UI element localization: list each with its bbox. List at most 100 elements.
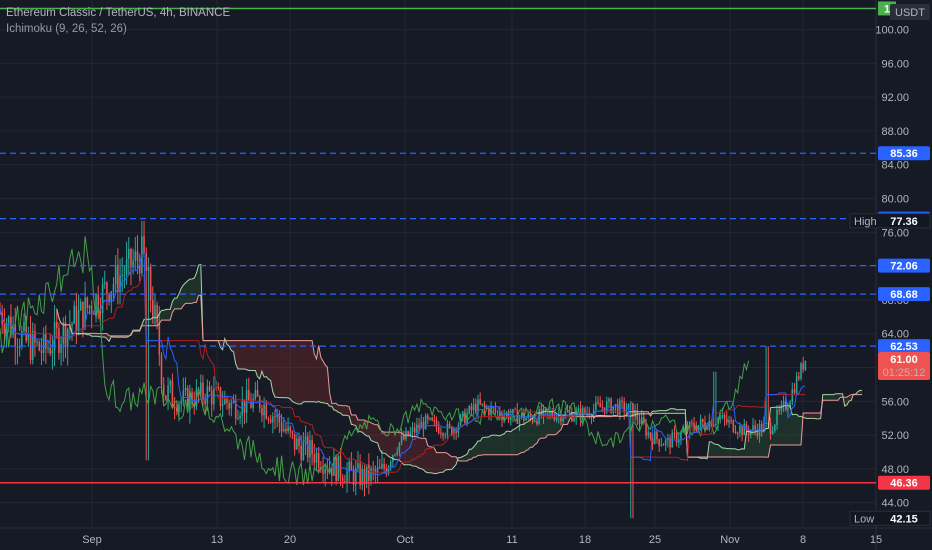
candle-body <box>210 390 213 405</box>
candle-body <box>130 248 132 268</box>
cloud-segment <box>449 455 452 470</box>
candle-body <box>213 388 215 405</box>
candle-body <box>40 350 43 353</box>
candle-body <box>370 468 372 482</box>
cloud-segment <box>711 441 714 458</box>
candle-body <box>662 444 665 446</box>
candle-body <box>440 433 442 435</box>
cloud-segment <box>246 340 249 371</box>
cloud-segment <box>728 448 732 458</box>
candle-body <box>206 386 209 404</box>
price-chart[interactable]: 44.0048.0052.0056.0060.0064.0068.0072.00… <box>0 0 932 550</box>
cloud-segment <box>412 436 415 467</box>
candle-body <box>741 425 743 436</box>
candle-body <box>245 390 248 413</box>
cloud-segment <box>447 453 450 470</box>
candle-body <box>398 442 401 452</box>
cloud-segment <box>250 340 254 371</box>
candle-body <box>79 301 82 311</box>
candle-body <box>204 398 206 404</box>
candle-body <box>306 436 309 458</box>
candle-body <box>252 398 254 408</box>
cloud-segment <box>248 340 251 371</box>
candle-body <box>125 258 128 275</box>
candle-body <box>431 417 433 421</box>
cloud-segment <box>486 436 489 455</box>
cloud-segment <box>709 441 712 458</box>
candle-body <box>73 305 75 324</box>
ichimoku-lines <box>0 236 863 486</box>
cloud-segment <box>242 340 245 370</box>
candle-body <box>71 323 73 327</box>
candle-body <box>795 376 798 393</box>
candle-body <box>341 477 344 482</box>
candle-body <box>112 284 115 292</box>
candle-body <box>16 346 19 348</box>
cloud-segment <box>445 452 448 471</box>
candle-body <box>86 297 89 308</box>
y-tick-label: 48.00 <box>881 464 909 476</box>
candle-body <box>217 387 220 389</box>
cloud-segment <box>416 436 420 469</box>
cloud-segment <box>333 403 337 411</box>
cloud-segment <box>294 340 297 404</box>
cloud-segment <box>528 419 531 450</box>
candle-body <box>621 400 623 402</box>
chikou-line <box>0 236 750 486</box>
candle-body <box>322 469 324 474</box>
time-axis[interactable]: Sep 13 20 Oct 11 18 25 Nov 8 15 <box>82 534 882 546</box>
y-tick-label: 44.00 <box>881 498 909 510</box>
cloud-segment <box>307 340 310 402</box>
cloud-segment <box>497 435 500 455</box>
cloud-segment <box>185 280 188 304</box>
cloud-segment <box>244 340 247 370</box>
cloud-segment <box>672 408 675 414</box>
cloud-segment <box>680 409 684 414</box>
candle-body <box>34 331 36 343</box>
indicator-legend[interactable]: Ichimoku (9, 26, 52, 26) <box>6 23 127 35</box>
cloud-segment <box>388 432 391 458</box>
cloud-segment <box>859 390 863 395</box>
cloud-segment <box>257 340 260 379</box>
candle-body <box>791 389 794 403</box>
candle-body <box>62 322 65 344</box>
candle-body <box>182 390 185 402</box>
cloud-segment <box>501 433 505 455</box>
cloud-segment <box>482 437 485 455</box>
candle-body <box>261 408 263 416</box>
candle-body <box>350 461 353 470</box>
candle-body <box>394 454 396 456</box>
resistance-tag: 1 <box>884 3 890 15</box>
candle-body <box>282 428 285 432</box>
candle-body <box>38 341 41 351</box>
cloud-segment <box>390 432 393 459</box>
y-tick-label: 100.00 <box>875 25 909 37</box>
candle-body <box>293 433 296 450</box>
y-tick-label: 76.00 <box>881 227 909 239</box>
candle-body <box>228 403 230 409</box>
candle-body <box>132 260 134 268</box>
candle-body <box>734 431 737 434</box>
candle-body <box>149 266 152 301</box>
cloud-segment <box>469 449 472 460</box>
candle-body <box>267 418 270 420</box>
candle-body <box>378 467 381 469</box>
candle-body <box>638 419 641 425</box>
candle-body <box>339 455 342 478</box>
candle-body <box>180 401 182 405</box>
cloud-segment <box>351 414 354 425</box>
candle-body <box>715 423 717 425</box>
cloud-segment <box>189 278 193 304</box>
cloud-segment <box>523 422 527 453</box>
candle-body <box>706 427 708 430</box>
candle-body <box>675 433 678 443</box>
candle-body <box>492 407 495 409</box>
x-tick-label: Nov <box>720 534 740 546</box>
cloud-segment <box>353 414 356 426</box>
candle-body <box>256 389 259 397</box>
cloud-segment <box>290 340 293 402</box>
candle-body <box>616 404 619 415</box>
cloud-segment <box>521 424 524 453</box>
chart-title[interactable]: Ethereum Classic / TetherUS, 4h, BINANCE <box>6 7 230 19</box>
cloud-segment <box>325 364 328 404</box>
